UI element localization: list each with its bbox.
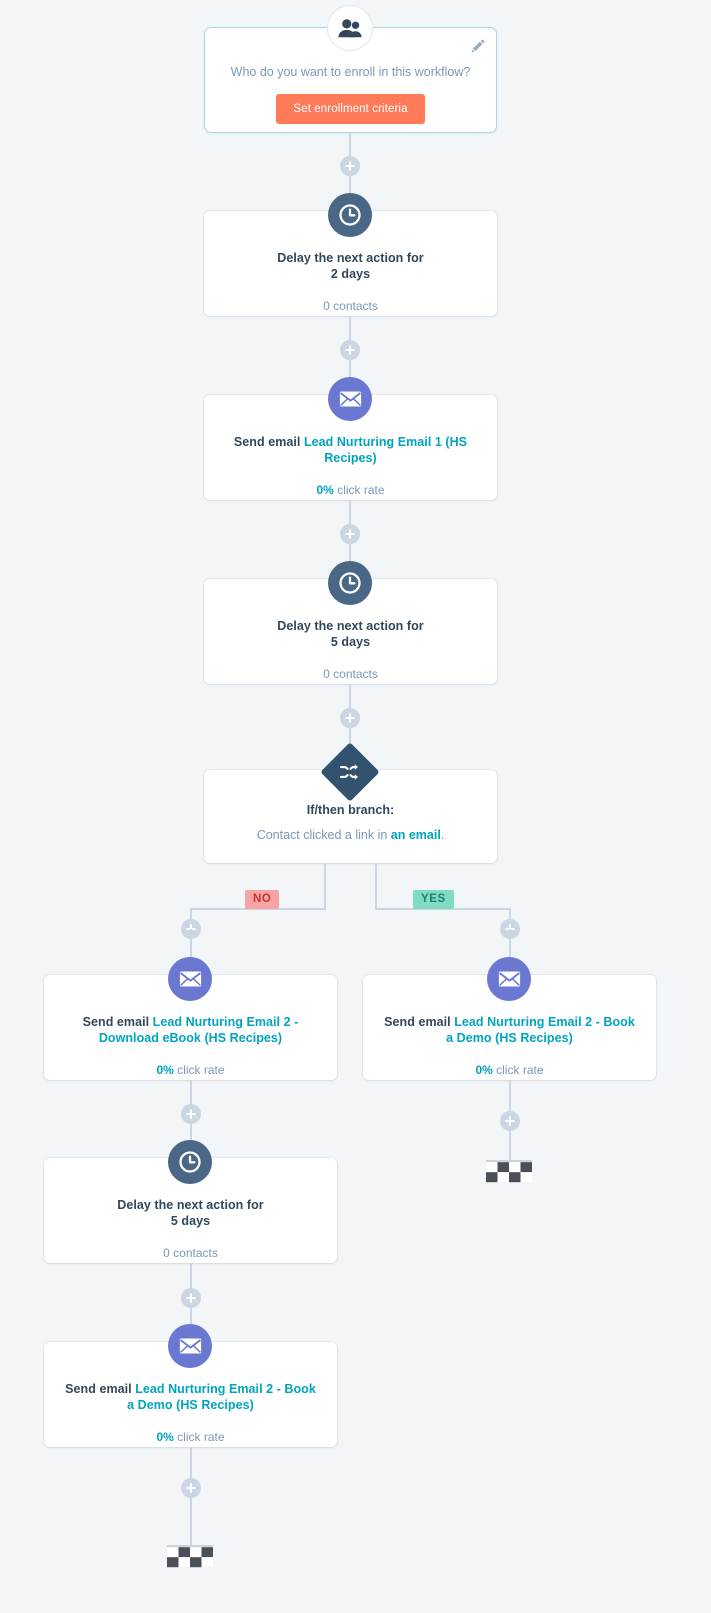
card-delay-2-subtitle: 0 contacts: [323, 667, 378, 682]
checkered-flag-icon: [167, 1545, 213, 1579]
delay-3-duration: 5 days: [170, 1213, 211, 1228]
branch-condition-prefix: Contact clicked a link in: [256, 827, 391, 842]
branch-condition-link[interactable]: an email: [391, 828, 441, 842]
pencil-icon[interactable]: [470, 38, 486, 54]
email-final-click-label: click rate: [173, 1430, 225, 1445]
branch-condition: Contact clicked a link in an email.: [222, 827, 479, 843]
card-delay-1-subtitle: 0 contacts: [323, 299, 378, 314]
email-1-link[interactable]: Lead Nurturing Email 1 (HS Recipes): [304, 435, 467, 465]
add-step-button[interactable]: [340, 156, 360, 176]
card-email-yes-title: Send email Lead Nurturing Email 2 - Book…: [381, 1015, 638, 1046]
connector-line: [324, 863, 326, 910]
add-step-button[interactable]: [340, 524, 360, 544]
add-step-button[interactable]: [181, 1288, 201, 1308]
workflow-canvas: Who do you want to enroll in this workfl…: [0, 0, 711, 1613]
email-final-link[interactable]: Lead Nurturing Email 2 - Book a Demo (HS…: [127, 1382, 316, 1412]
card-email-no-subtitle: 0% click rate: [62, 1063, 319, 1079]
add-step-button[interactable]: [500, 1111, 520, 1131]
card-email-final-title: Send email Lead Nurturing Email 2 - Book…: [62, 1382, 319, 1413]
clock-icon: [168, 1140, 212, 1184]
email-no-click-pct: 0%: [156, 1063, 174, 1078]
card-email-final-subtitle: 0% click rate: [62, 1430, 319, 1446]
add-step-button[interactable]: [181, 1104, 201, 1124]
card-delay-2-title: Delay the next action for 5 days: [222, 619, 479, 650]
email-final-click-pct: 0%: [156, 1430, 174, 1445]
email-no-click-label: click rate: [173, 1063, 225, 1078]
add-step-button[interactable]: [181, 1478, 201, 1498]
delay-1-prefix: Delay the next action for: [277, 251, 424, 265]
email-yes-link[interactable]: Lead Nurturing Email 2 - Book a Demo (HS…: [446, 1015, 635, 1045]
card-delay-3-title: Delay the next action for 5 days: [62, 1198, 319, 1229]
delay-3-prefix: Delay the next action for: [117, 1198, 264, 1212]
card-email-1-title: Send email Lead Nurturing Email 1 (HS Re…: [222, 435, 479, 466]
email-yes-prefix: Send email: [384, 1015, 455, 1029]
branch-title: If/then branch:: [306, 803, 395, 817]
shuffle-icon: [329, 751, 371, 793]
envelope-icon: [487, 957, 531, 1001]
contacts-icon: [327, 5, 373, 51]
add-step-button[interactable]: [340, 340, 360, 360]
clock-icon: [328, 193, 372, 237]
email-yes-click-label: click rate: [492, 1063, 544, 1078]
envelope-icon: [328, 377, 372, 421]
clock-icon: [328, 561, 372, 605]
email-final-prefix: Send email: [65, 1382, 136, 1396]
email-yes-click-pct: 0%: [475, 1063, 493, 1078]
envelope-icon: [168, 1324, 212, 1368]
email-1-click-pct: 0%: [316, 483, 334, 498]
checkered-flag-icon: [486, 1160, 532, 1194]
card-email-yes-subtitle: 0% click rate: [381, 1063, 638, 1079]
card-delay-3-subtitle: 0 contacts: [163, 1246, 218, 1261]
delay-2-prefix: Delay the next action for: [277, 619, 424, 633]
branch-condition-suffix: .: [440, 827, 445, 842]
delay-2-duration: 5 days: [330, 634, 371, 649]
add-step-button[interactable]: [340, 708, 360, 728]
envelope-icon: [168, 957, 212, 1001]
delay-1-duration: 2 days: [330, 266, 371, 281]
email-no-prefix: Send email: [82, 1015, 153, 1029]
email-1-prefix: Send email: [233, 435, 304, 449]
connector-line: [375, 863, 377, 910]
card-email-1-subtitle: 0% click rate: [222, 483, 479, 499]
email-1-click-label: click rate: [333, 483, 385, 498]
card-delay-1-title: Delay the next action for 2 days: [222, 251, 479, 282]
set-enrollment-criteria-button[interactable]: Set enrollment criteria: [276, 94, 425, 125]
enrollment-question: Who do you want to enroll in this workfl…: [230, 65, 471, 79]
card-email-no-title: Send email Lead Nurturing Email 2 - Down…: [62, 1015, 319, 1046]
branch-label-yes: YES: [413, 890, 454, 909]
branch-label-no: NO: [245, 890, 280, 909]
